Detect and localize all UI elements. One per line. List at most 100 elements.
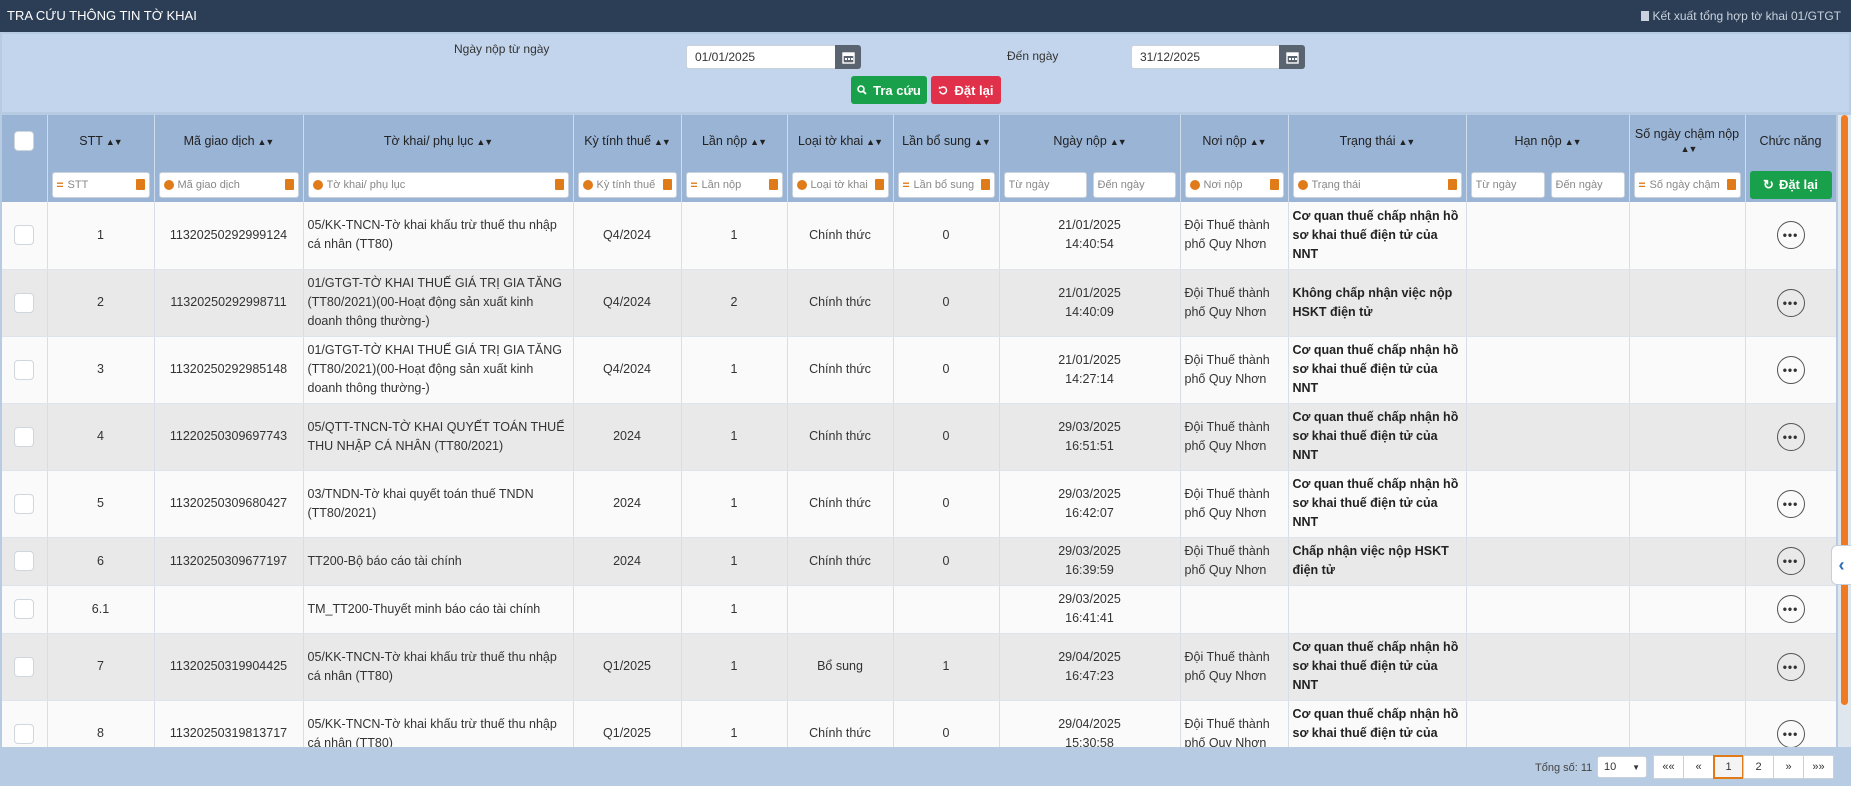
col-header-lan-nop[interactable]: Lần nộp ▲▼ xyxy=(681,115,788,167)
filter-cell-so-ngay: =Số ngày chậm nộp xyxy=(1629,167,1746,202)
actions-cell: ••• xyxy=(1745,470,1836,538)
col-header-trang-thai[interactable]: Trạng thái ▲▼ xyxy=(1288,115,1467,167)
trash-icon[interactable] xyxy=(1269,179,1279,190)
ngay-nop-time: 14:40:09 xyxy=(1065,304,1114,319)
han-nop-to-input[interactable]: Đến ngày xyxy=(1550,171,1625,198)
page-button[interactable]: »» xyxy=(1803,755,1834,779)
reset-button[interactable]: Đặt lại xyxy=(931,76,1001,104)
han-nop-cell xyxy=(1466,269,1630,337)
row-checkbox[interactable] xyxy=(14,723,35,744)
so-ngay-cham-nop-cell xyxy=(1629,403,1746,471)
more-options-icon[interactable]: ••• xyxy=(1776,719,1805,747)
table-row[interactable]: 1 11320250292999124 05/KK-TNCN-Tờ khai khấ… xyxy=(2,202,1836,270)
col-header-stt[interactable]: STT ▲▼ xyxy=(47,115,155,167)
total-count: Tổng số: 11 xyxy=(1535,762,1593,774)
ngay-nop-to-input[interactable]: Đến ngày xyxy=(1092,171,1176,198)
more-options-icon[interactable]: ••• xyxy=(1776,547,1805,575)
loai-to-khai-cell: Chính thức xyxy=(787,336,894,404)
select-all-checkbox[interactable] xyxy=(14,131,35,151)
trash-icon[interactable] xyxy=(554,179,564,190)
scrollbar-thumb[interactable] xyxy=(1841,115,1848,705)
col-header-loai-to-khai[interactable]: Loại tờ khai ▲▼ xyxy=(787,115,894,167)
page-size-select[interactable]: 10 ▼ xyxy=(1597,756,1647,778)
calendar-icon[interactable] xyxy=(1279,45,1305,69)
more-options-icon[interactable]: ••• xyxy=(1776,595,1805,623)
reset-filters-button[interactable]: ↻ Đặt lại xyxy=(1749,170,1832,199)
table-row[interactable]: 2 11320250292998711 01/GTGT-TỜ KHAI THUẾ G… xyxy=(2,269,1836,337)
search-button[interactable]: Tra cứu xyxy=(851,76,927,104)
trash-icon[interactable] xyxy=(980,179,990,190)
trash-icon[interactable] xyxy=(768,179,778,190)
page-button[interactable]: 2 xyxy=(1743,755,1774,779)
trash-icon[interactable] xyxy=(1726,179,1736,190)
trash-icon[interactable] xyxy=(662,179,672,190)
more-options-icon[interactable]: ••• xyxy=(1776,422,1805,451)
lan-nop-cell: 1 xyxy=(681,537,788,586)
trash-icon[interactable] xyxy=(135,179,145,190)
table-row[interactable]: 4 11220250309697743 05/QTT-TNCN-TỜ KHAI QU… xyxy=(2,403,1836,471)
table-row[interactable]: 8 11320250319813717 05/KK-TNCN-Tờ khai khấ… xyxy=(2,700,1836,747)
lan-bo-sung-filter-input[interactable]: = Lần bổ sung xyxy=(897,171,995,198)
actions-cell: ••• xyxy=(1745,633,1836,701)
col-header-to-khai[interactable]: Tờ khai/ phụ lục ▲▼ xyxy=(303,115,574,167)
filter-mode-icon xyxy=(582,179,593,190)
row-checkbox[interactable] xyxy=(14,493,35,514)
row-checkbox[interactable] xyxy=(14,359,35,380)
calendar-icon[interactable] xyxy=(835,45,861,69)
lan-nop-filter-input[interactable]: = Lần nộp xyxy=(685,171,783,198)
loai-to-khai-filter-input[interactable]: Loại tờ khai xyxy=(791,171,889,198)
ngay-nop-date: 21/01/2025 xyxy=(1058,285,1121,300)
row-checkbox[interactable] xyxy=(14,225,35,246)
more-options-icon[interactable]: ••• xyxy=(1776,489,1805,518)
more-options-icon[interactable]: ••• xyxy=(1776,355,1805,384)
ngay-nop-cell: 29/03/2025 16:41:41 xyxy=(999,585,1181,634)
han-nop-from-input[interactable]: Từ ngày xyxy=(1470,171,1545,198)
col-header-ngay-nop[interactable]: Ngày nộp ▲▼ xyxy=(999,115,1181,167)
page-button[interactable]: « xyxy=(1683,755,1714,779)
row-checkbox[interactable] xyxy=(14,292,35,313)
col-header-noi-nop[interactable]: Nơi nộp ▲▼ xyxy=(1180,115,1289,167)
col-header-lan-bo-sung[interactable]: Lần bổ sung ▲▼ xyxy=(893,115,1000,167)
row-checkbox[interactable] xyxy=(14,426,35,447)
so-ngay-filter-input[interactable]: =Số ngày chậm nộp xyxy=(1633,171,1741,198)
table-row[interactable]: 6.1 TM_TT200-Thuyết minh báo cáo tài chín… xyxy=(2,585,1836,634)
table-row[interactable]: 3 11320250292985148 01/GTGT-TỜ KHAI THUẾ G… xyxy=(2,336,1836,404)
row-checkbox[interactable] xyxy=(14,551,35,571)
row-checkbox[interactable] xyxy=(14,656,35,677)
loai-to-khai-cell: Chính thức xyxy=(787,403,894,471)
page-button[interactable]: 1 xyxy=(1713,755,1744,779)
collapse-panel-icon[interactable]: ‹ xyxy=(1831,545,1851,585)
trash-icon[interactable] xyxy=(284,179,294,190)
more-options-icon[interactable]: ••• xyxy=(1776,221,1805,250)
to-khai-filter-input[interactable]: Tờ khai/ phụ lục xyxy=(307,171,569,198)
table-row[interactable]: 7 11320250319904425 05/KK-TNCN-Tờ khai khấ… xyxy=(2,633,1836,701)
vertical-scrollbar[interactable] xyxy=(1838,115,1851,747)
ma-giao-dich-filter-input[interactable]: Mã giao dịch xyxy=(158,171,299,198)
lan-bo-sung-cell: 0 xyxy=(893,202,1000,270)
sort-icon: ▲▼ xyxy=(1398,137,1416,147)
document-icon xyxy=(1640,11,1649,21)
equals-icon: = xyxy=(690,177,698,192)
trash-icon[interactable] xyxy=(874,179,884,190)
page-button[interactable]: » xyxy=(1773,755,1804,779)
col-header-so-ngay-cham-nop[interactable]: Số ngày chậm nộp ▲▼ xyxy=(1629,115,1746,167)
stt-filter-input[interactable]: = STT xyxy=(51,171,150,198)
export-summary-link[interactable]: Kết xuất tổng hợp tờ khai 01/GTGT xyxy=(1640,9,1841,23)
row-checkbox[interactable] xyxy=(14,599,35,619)
col-header-ky-tinh-thue[interactable]: Kỳ tính thuế ▲▼ xyxy=(573,115,682,167)
trash-icon[interactable] xyxy=(1447,179,1457,190)
to-date-input[interactable]: 31/12/2025 xyxy=(1131,45,1305,69)
table-row[interactable]: 5 11320250309680427 03/TNDN-Tờ khai quyết … xyxy=(2,470,1836,538)
trang-thai-cell: Cơ quan thuế chấp nhận hồ sơ khai thuế đ… xyxy=(1288,403,1467,471)
noi-nop-filter-input[interactable]: Nơi nộp xyxy=(1184,171,1284,198)
from-date-input[interactable]: 01/01/2025 xyxy=(686,45,861,69)
trang-thai-filter-input[interactable]: Trạng thái xyxy=(1292,171,1462,198)
more-options-icon[interactable]: ••• xyxy=(1776,288,1805,317)
more-options-icon[interactable]: ••• xyxy=(1776,652,1805,681)
col-header-han-nop[interactable]: Hạn nộp ▲▼ xyxy=(1466,115,1630,167)
page-button[interactable]: «« xyxy=(1653,755,1684,779)
col-header-ma-giao-dich[interactable]: Mã giao dịch ▲▼ xyxy=(154,115,304,167)
ky-tinh-thue-filter-input[interactable]: Kỳ tính thuế xyxy=(577,171,677,198)
table-row[interactable]: 6 11320250309677197 TT200-Bộ báo cáo tài c… xyxy=(2,537,1836,586)
ngay-nop-from-input[interactable]: Từ ngày xyxy=(1003,171,1087,198)
